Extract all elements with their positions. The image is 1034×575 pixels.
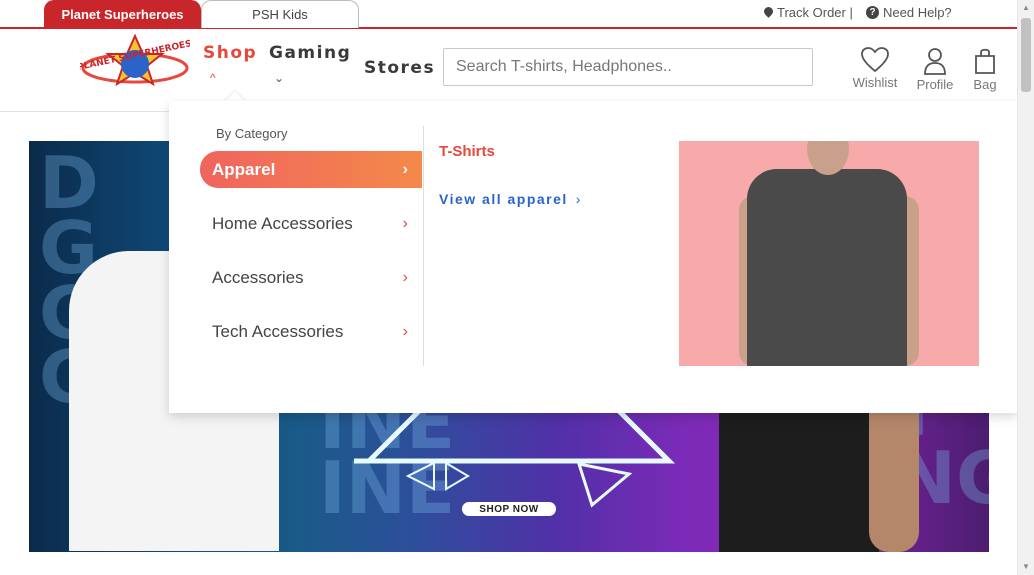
need-help-link[interactable]: ? Need Help? bbox=[866, 5, 952, 20]
neon-triangle-icon bbox=[354, 411, 676, 464]
shopping-bag-icon bbox=[975, 48, 995, 74]
banner-model-right bbox=[719, 401, 879, 552]
category-heading: By Category bbox=[216, 126, 288, 141]
category-home-accessories[interactable]: Home Accessories › bbox=[200, 205, 422, 242]
chevron-up-icon: ^ bbox=[210, 71, 216, 85]
scroll-up-arrow-icon[interactable]: ▲ bbox=[1022, 3, 1030, 12]
chevron-right-icon: › bbox=[402, 322, 408, 340]
chevron-right-icon: › bbox=[402, 214, 408, 232]
chevron-right-icon: › bbox=[402, 268, 408, 286]
category-accessories[interactable]: Accessories › bbox=[200, 259, 422, 296]
track-order-link[interactable]: Track Order | bbox=[764, 5, 853, 20]
play-triangle-icon bbox=[576, 462, 633, 508]
view-all-apparel-link[interactable]: View all apparel › bbox=[439, 191, 582, 207]
chevron-right-icon: › bbox=[575, 191, 582, 207]
help-icon: ? bbox=[866, 6, 879, 19]
search-input[interactable] bbox=[443, 48, 813, 86]
view-all-label: View all apparel bbox=[439, 191, 568, 207]
user-icon bbox=[924, 48, 946, 75]
scroll-down-arrow-icon[interactable]: ▼ bbox=[1022, 562, 1030, 571]
planet-superheroes-logo-icon: PLANET SUPERHEROES bbox=[77, 33, 193, 87]
site-tab-psh-kids[interactable]: PSH Kids bbox=[201, 0, 359, 28]
page-scrollbar[interactable]: ▲ ▼ bbox=[1017, 0, 1034, 575]
subcategory-t-shirts[interactable]: T-Shirts bbox=[439, 143, 495, 160]
chevron-right-icon: › bbox=[402, 160, 408, 178]
menu-divider bbox=[423, 126, 424, 366]
category-label: Tech Accessories bbox=[212, 321, 344, 341]
category-apparel[interactable]: Apparel › bbox=[200, 151, 422, 188]
wishlist-button[interactable]: Wishlist bbox=[851, 47, 899, 90]
bag-button[interactable]: Bag bbox=[970, 47, 1000, 92]
grey-tshirt bbox=[747, 169, 907, 366]
site-tab-planet-superheroes[interactable]: Planet Superheroes bbox=[44, 0, 201, 28]
category-label: Home Accessories bbox=[212, 213, 353, 233]
site-header: PLANET SUPERHEROES Shop ^ Gaming ⌄ Store… bbox=[0, 29, 1017, 112]
nav-stores[interactable]: Stores bbox=[364, 58, 435, 78]
scroll-thumb[interactable] bbox=[1021, 18, 1031, 92]
shop-mega-menu: By Category Apparel › Home Accessories ›… bbox=[169, 101, 1017, 413]
category-tech-accessories[interactable]: Tech Accessories › bbox=[200, 313, 422, 350]
nav-gaming[interactable]: Gaming bbox=[269, 43, 351, 63]
location-pin-icon bbox=[764, 7, 773, 19]
heart-icon bbox=[861, 47, 889, 73]
brand-logo[interactable]: PLANET SUPERHEROES bbox=[77, 33, 193, 98]
category-label: Accessories bbox=[212, 267, 304, 287]
profile-label: Profile bbox=[916, 77, 954, 92]
chevron-down-icon: ⌄ bbox=[274, 71, 285, 85]
bag-label: Bag bbox=[973, 77, 997, 92]
need-help-label: Need Help? bbox=[883, 5, 952, 20]
nav-shop[interactable]: Shop bbox=[203, 43, 257, 63]
shop-now-button[interactable]: SHOP NOW bbox=[462, 502, 556, 516]
top-strip: Planet Superheroes PSH Kids Track Order … bbox=[0, 0, 1017, 29]
track-order-label: Track Order | bbox=[777, 5, 853, 20]
page: Planet Superheroes PSH Kids Track Order … bbox=[0, 0, 1034, 575]
wishlist-label: Wishlist bbox=[852, 75, 898, 90]
category-label: Apparel bbox=[212, 159, 276, 179]
banner-model-arm bbox=[869, 391, 919, 552]
promo-image-tshirt[interactable] bbox=[679, 141, 979, 366]
play-arrows-icon bbox=[405, 461, 470, 491]
profile-button[interactable]: Profile bbox=[913, 47, 957, 92]
